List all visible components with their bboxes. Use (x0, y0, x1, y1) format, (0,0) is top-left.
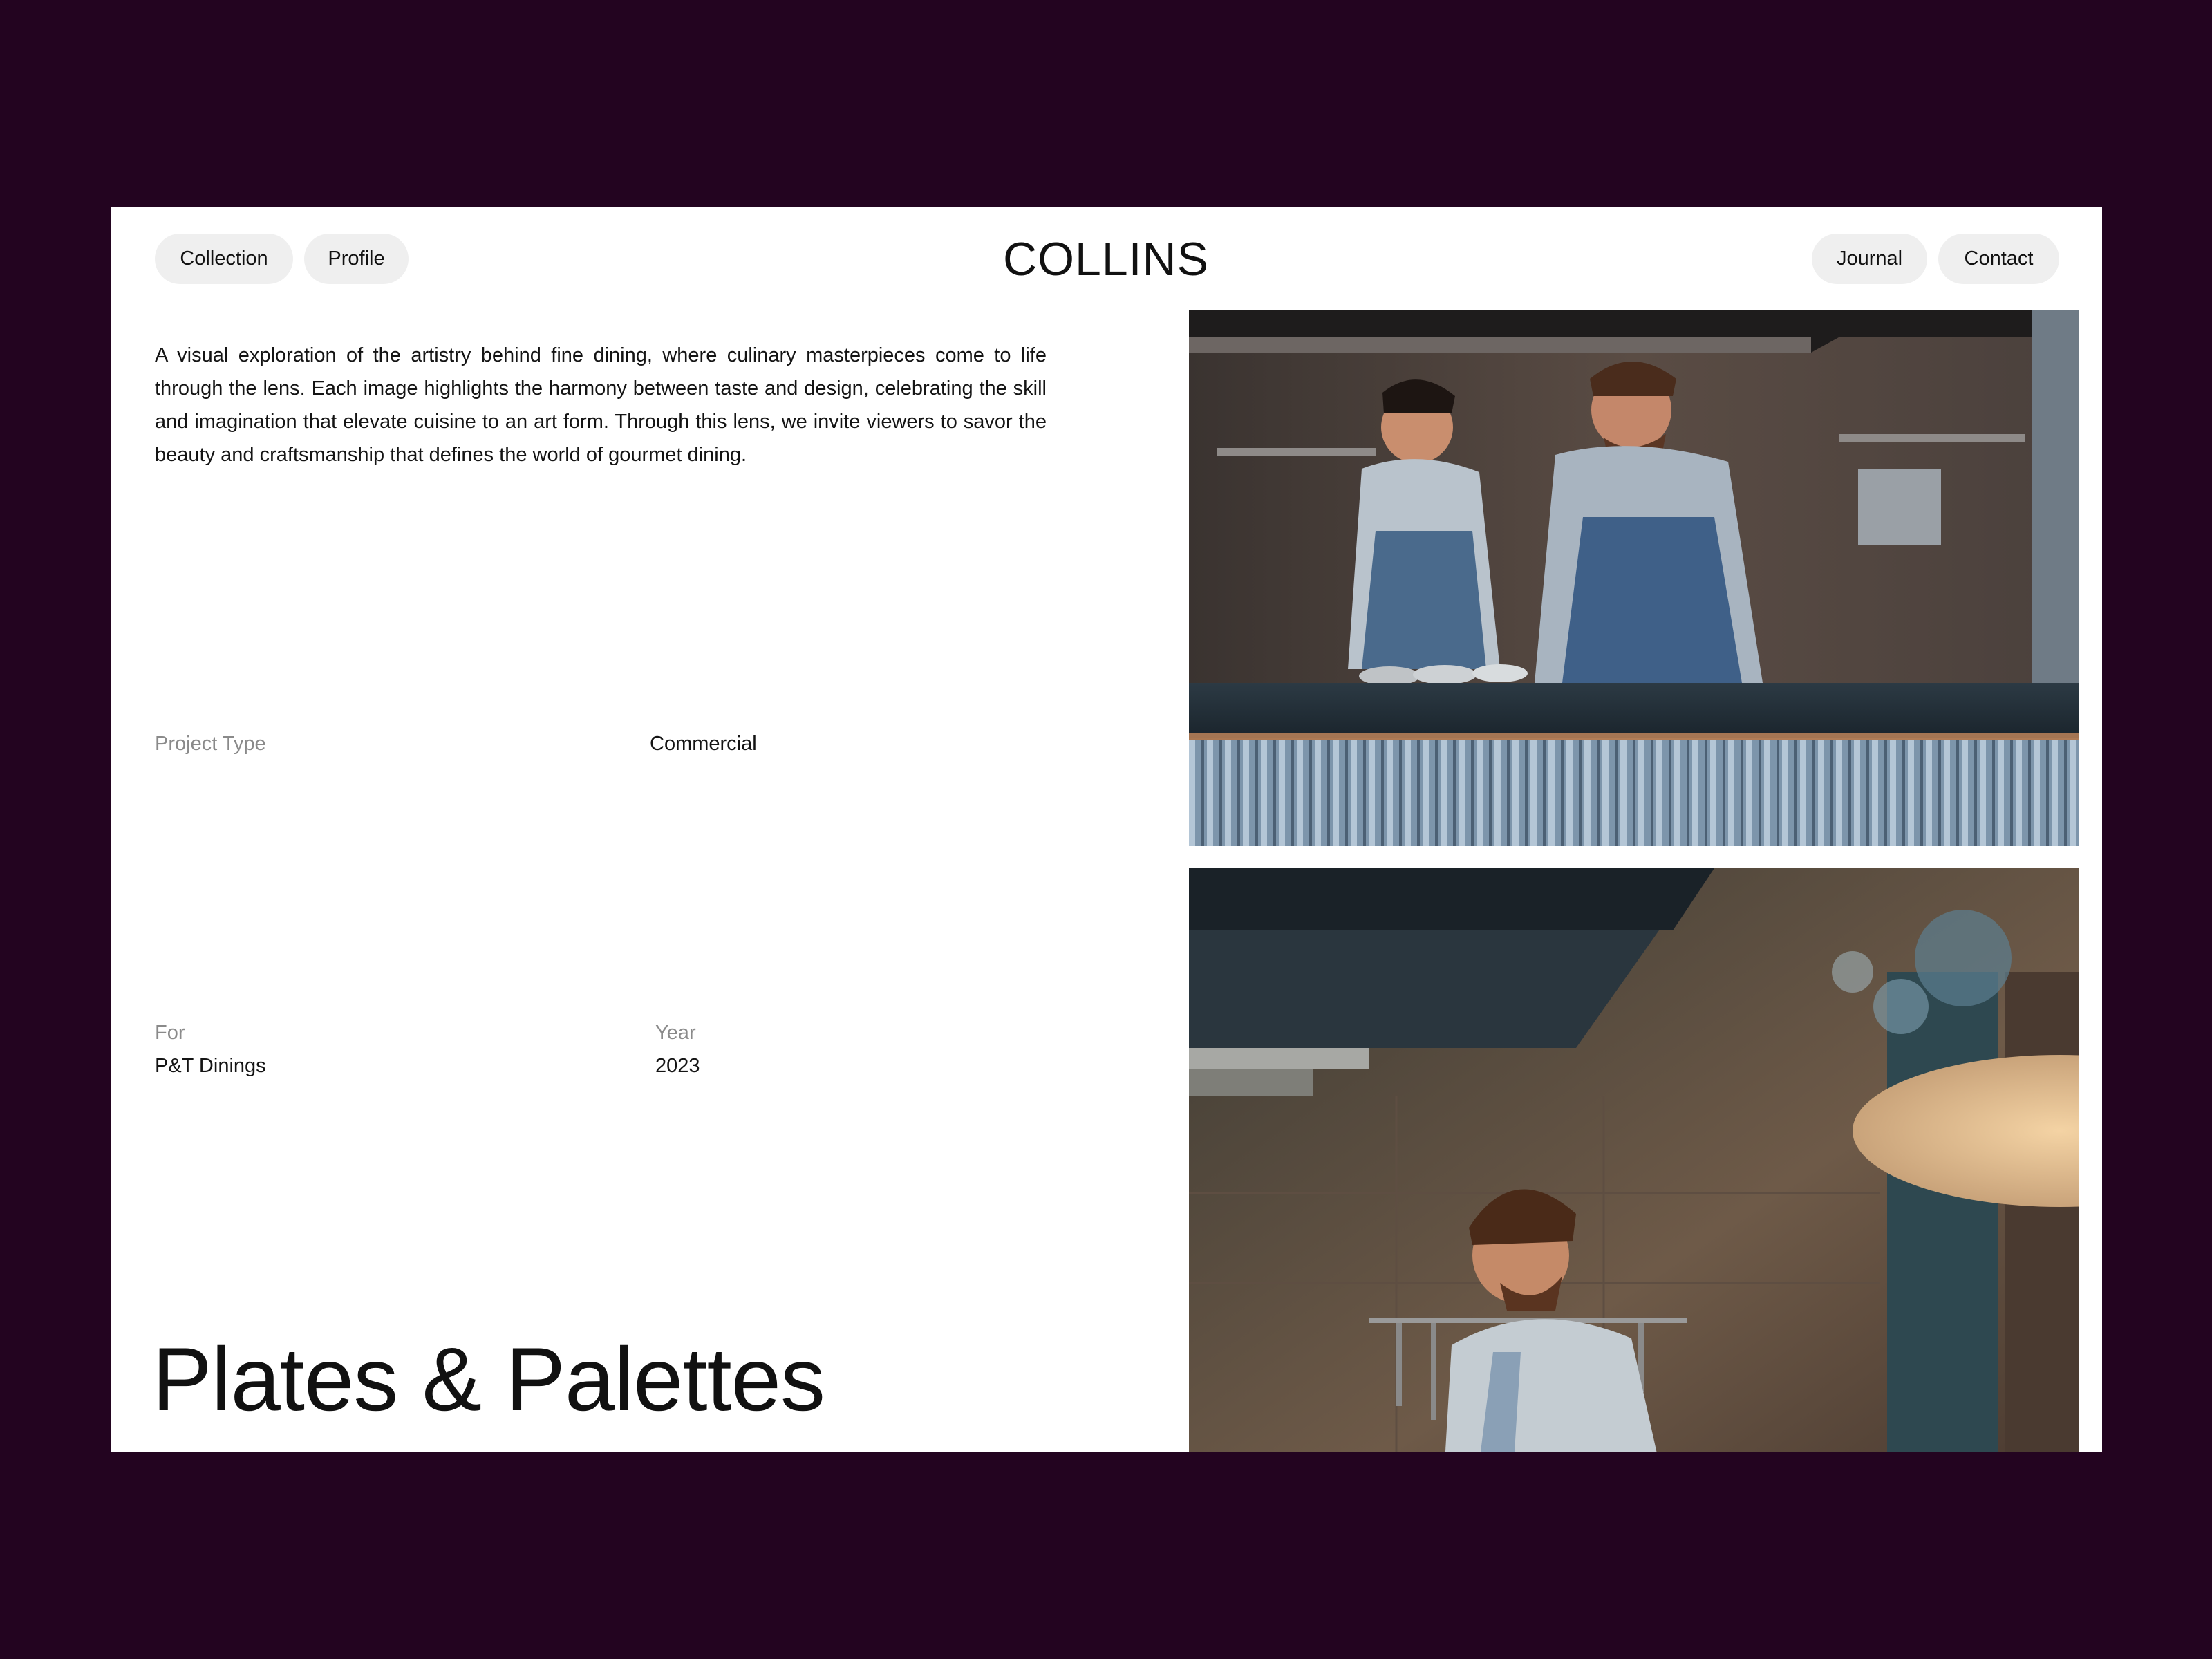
client-label: For (155, 1022, 185, 1044)
page-frame: Collection Profile COLLINS Journal Conta… (111, 207, 2102, 1452)
project-title: Plates & Palettes (152, 1329, 825, 1430)
photo-chef-working[interactable] (1189, 868, 2079, 1452)
nav-collection-button[interactable]: Collection (155, 234, 293, 284)
photo-chefs-plating[interactable] (1189, 310, 2079, 846)
project-type-value: Commercial (650, 733, 757, 755)
nav-contact-button[interactable]: Contact (1938, 234, 2059, 284)
nav-journal-button[interactable]: Journal (1812, 234, 1927, 284)
nav-profile-button[interactable]: Profile (304, 234, 409, 284)
client-value: P&T Dinings (155, 1055, 266, 1077)
intro-paragraph: A visual exploration of the artistry beh… (155, 344, 1047, 466)
year-value: 2023 (655, 1055, 700, 1077)
site-logo[interactable]: COLLINS (968, 228, 1244, 290)
project-type-label: Project Type (155, 733, 266, 755)
photo-chef-working-image (1189, 868, 2079, 1452)
photo-chefs-plating-image (1189, 310, 2079, 846)
year-label: Year (655, 1022, 696, 1044)
